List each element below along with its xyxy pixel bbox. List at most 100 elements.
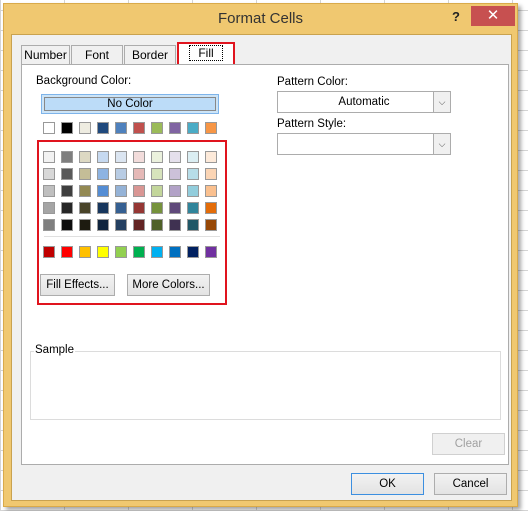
shade-color-swatch[interactable] bbox=[151, 185, 163, 197]
shade-color-swatch[interactable] bbox=[205, 151, 217, 163]
theme-color-swatch[interactable] bbox=[79, 122, 91, 134]
shade-color-swatch[interactable] bbox=[133, 151, 145, 163]
shade-color-swatch[interactable] bbox=[115, 185, 127, 197]
theme-color-swatch[interactable] bbox=[151, 122, 163, 134]
theme-color-swatch[interactable] bbox=[115, 122, 127, 134]
shade-color-swatch[interactable] bbox=[115, 168, 127, 180]
theme-color-swatch[interactable] bbox=[187, 122, 199, 134]
format-cells-dialog: Format Cells ? ✕ Number Font Border Fill… bbox=[3, 3, 518, 507]
standard-color-swatch[interactable] bbox=[43, 246, 55, 258]
fill-effects-button[interactable]: Fill Effects... bbox=[40, 274, 115, 296]
shade-color-swatch[interactable] bbox=[151, 202, 163, 214]
ok-button[interactable]: OK bbox=[351, 473, 424, 495]
standard-color-swatch[interactable] bbox=[115, 246, 127, 258]
dialog-client: Number Font Border Fill Background Color… bbox=[11, 34, 512, 501]
background-color-label: Background Color: bbox=[36, 75, 132, 87]
shade-color-swatch[interactable] bbox=[61, 219, 73, 231]
fill-panel: Background Color: No Color Fill Effects.… bbox=[21, 64, 509, 465]
shade-color-swatch[interactable] bbox=[61, 202, 73, 214]
shade-color-swatch[interactable] bbox=[79, 202, 91, 214]
shade-color-swatch[interactable] bbox=[79, 219, 91, 231]
shade-color-swatch[interactable] bbox=[97, 202, 109, 214]
shade-color-swatch[interactable] bbox=[187, 151, 199, 163]
theme-color-swatch[interactable] bbox=[133, 122, 145, 134]
dialog-title: Format Cells bbox=[217, 10, 303, 27]
tab-number[interactable]: Number bbox=[21, 45, 70, 64]
divider bbox=[44, 236, 220, 237]
shade-color-swatch[interactable] bbox=[187, 219, 199, 231]
standard-color-swatch[interactable] bbox=[205, 246, 217, 258]
no-color-button[interactable]: No Color bbox=[41, 94, 219, 114]
shade-color-swatch[interactable] bbox=[43, 219, 55, 231]
shade-color-swatch[interactable] bbox=[151, 219, 163, 231]
standard-color-swatch[interactable] bbox=[169, 246, 181, 258]
theme-color-swatch[interactable] bbox=[169, 122, 181, 134]
theme-color-swatch[interactable] bbox=[43, 122, 55, 134]
tab-font[interactable]: Font bbox=[71, 45, 123, 64]
tab-border[interactable]: Border bbox=[124, 45, 176, 64]
standard-color-swatch[interactable] bbox=[61, 246, 73, 258]
pattern-color-select[interactable]: Automatic ⌵ bbox=[277, 91, 451, 113]
shade-color-swatch[interactable] bbox=[43, 168, 55, 180]
standard-color-swatch[interactable] bbox=[79, 246, 91, 258]
theme-color-swatch[interactable] bbox=[61, 122, 73, 134]
shade-color-swatch[interactable] bbox=[205, 185, 217, 197]
theme-color-swatch[interactable] bbox=[205, 122, 217, 134]
close-button[interactable]: ✕ bbox=[471, 6, 515, 26]
shade-color-swatch[interactable] bbox=[133, 168, 145, 180]
no-color-label: No Color bbox=[44, 97, 216, 111]
chevron-down-icon[interactable]: ⌵ bbox=[433, 92, 450, 112]
more-colors-button[interactable]: More Colors... bbox=[127, 274, 210, 296]
shade-color-swatch[interactable] bbox=[97, 185, 109, 197]
shade-color-swatch[interactable] bbox=[97, 151, 109, 163]
shade-color-swatch[interactable] bbox=[61, 185, 73, 197]
standard-color-swatch[interactable] bbox=[133, 246, 145, 258]
shade-color-swatch[interactable] bbox=[97, 219, 109, 231]
shade-color-swatch[interactable] bbox=[205, 168, 217, 180]
shade-color-swatch[interactable] bbox=[133, 219, 145, 231]
shade-color-swatch[interactable] bbox=[187, 168, 199, 180]
highlight-box: Fill Effects... More Colors... bbox=[37, 140, 227, 305]
clear-button[interactable]: Clear bbox=[432, 433, 505, 455]
shade-color-swatch[interactable] bbox=[79, 151, 91, 163]
tab-fill-label: Fill bbox=[189, 45, 223, 61]
shade-color-swatch[interactable] bbox=[187, 185, 199, 197]
shade-color-swatch[interactable] bbox=[169, 185, 181, 197]
pattern-color-value: Automatic bbox=[338, 96, 390, 108]
chevron-down-icon[interactable]: ⌵ bbox=[433, 134, 450, 154]
shade-color-swatch[interactable] bbox=[205, 202, 217, 214]
shade-color-swatch[interactable] bbox=[43, 151, 55, 163]
help-button[interactable]: ? bbox=[452, 9, 460, 24]
shade-color-swatch[interactable] bbox=[97, 168, 109, 180]
shade-color-swatch[interactable] bbox=[115, 202, 127, 214]
standard-color-swatch[interactable] bbox=[151, 246, 163, 258]
shade-color-swatch[interactable] bbox=[115, 151, 127, 163]
shade-color-swatch[interactable] bbox=[169, 151, 181, 163]
pattern-color-label: Pattern Color: bbox=[277, 76, 348, 88]
tab-fill[interactable]: Fill bbox=[177, 42, 235, 66]
shade-color-swatch[interactable] bbox=[133, 202, 145, 214]
shade-color-swatch[interactable] bbox=[151, 168, 163, 180]
shade-color-swatch[interactable] bbox=[169, 168, 181, 180]
standard-color-swatch[interactable] bbox=[97, 246, 109, 258]
shade-color-swatch[interactable] bbox=[43, 185, 55, 197]
shade-color-swatch[interactable] bbox=[133, 185, 145, 197]
shade-color-swatch[interactable] bbox=[79, 185, 91, 197]
shade-color-swatch[interactable] bbox=[115, 219, 127, 231]
shade-color-swatch[interactable] bbox=[43, 202, 55, 214]
shade-color-swatch[interactable] bbox=[61, 168, 73, 180]
shade-color-swatch[interactable] bbox=[151, 151, 163, 163]
shade-color-swatch[interactable] bbox=[169, 219, 181, 231]
theme-color-swatch[interactable] bbox=[97, 122, 109, 134]
shade-color-swatch[interactable] bbox=[205, 219, 217, 231]
cancel-button[interactable]: Cancel bbox=[434, 473, 507, 495]
pattern-style-label: Pattern Style: bbox=[277, 118, 347, 130]
shade-color-swatch[interactable] bbox=[187, 202, 199, 214]
pattern-style-select[interactable]: ⌵ bbox=[277, 133, 451, 155]
shade-color-swatch[interactable] bbox=[79, 168, 91, 180]
sample-label: Sample bbox=[34, 344, 75, 356]
shade-color-swatch[interactable] bbox=[61, 151, 73, 163]
shade-color-swatch[interactable] bbox=[169, 202, 181, 214]
sample-box: Sample bbox=[30, 344, 501, 420]
standard-color-swatch[interactable] bbox=[187, 246, 199, 258]
